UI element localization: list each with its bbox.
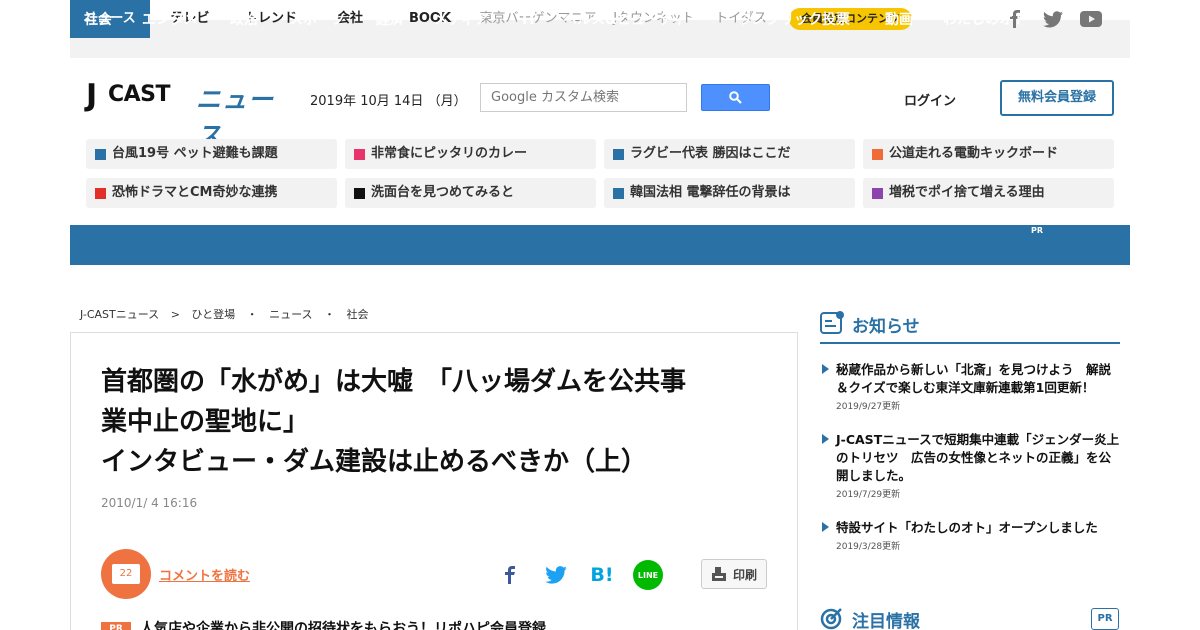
free-register-button[interactable]: 無料会員登録	[1000, 80, 1114, 116]
logo-letter-j: J	[86, 78, 97, 113]
read-comments-link[interactable]: コメントを読む	[159, 565, 250, 584]
trending-marker	[872, 149, 883, 160]
notice-icon	[820, 311, 846, 335]
trending-marker	[872, 188, 883, 199]
category-health-beauty[interactable]: ヘルス&ビューティー	[563, 0, 700, 40]
twitter-share-icon[interactable]	[542, 561, 570, 589]
notice-text: J-CASTニュースで短期集中連載「ジェンダー炎上のトリセツ 広告の女性像とネッ…	[836, 432, 1120, 483]
notice-date: 2019/3/28更新	[836, 542, 901, 552]
printer-icon	[711, 567, 726, 581]
category-politics[interactable]: 政治	[230, 0, 258, 40]
arrow-right-icon	[822, 434, 829, 444]
facebook-share-icon[interactable]	[496, 561, 524, 589]
trending-item[interactable]: 恐怖ドラマとCM奇妙な連携	[86, 178, 337, 208]
comment-count-button[interactable]: 22	[101, 549, 151, 599]
search-icon	[729, 91, 742, 104]
breadcrumb-home[interactable]: J-CASTニュース	[80, 308, 159, 321]
print-label: 印刷	[732, 567, 757, 582]
article-timestamp: 2010/1/ 4 16:16	[101, 496, 198, 510]
search-button[interactable]	[701, 84, 770, 111]
trending-marker	[613, 149, 624, 160]
breadcrumb-society[interactable]: 社会	[347, 308, 369, 321]
category-watashi-no-oto[interactable]: わたしのオト	[943, 0, 1027, 40]
logo-cast: CAST	[108, 82, 171, 107]
hatena-bookmark-icon[interactable]: B!	[588, 561, 616, 589]
trending-item[interactable]: 増税でポイ捨て増える理由	[863, 178, 1114, 208]
notice-item[interactable]: 特設サイト「わたしのオト」オープンしました 2019/3/28更新	[822, 519, 1122, 552]
trending-item[interactable]: 韓国法相 電撃辞任の背景は	[604, 178, 855, 208]
arrow-right-icon	[822, 364, 829, 374]
category-entertainment[interactable]: エンタメ	[142, 0, 198, 40]
notice-text: 特設サイト「わたしのオト」オープンしました	[836, 520, 1098, 535]
print-button[interactable]: 印刷	[701, 559, 767, 589]
notice-item[interactable]: 秘蔵作品から新しい「北斎」を見つけよう 解説＆クイズで楽しむ東洋文庫新連載第1回…	[822, 361, 1122, 412]
trending-item[interactable]: ラグビー代表 勝因はここだ	[604, 139, 855, 169]
category-media[interactable]: メディア	[434, 0, 489, 40]
youtube-icon[interactable]	[1078, 7, 1104, 31]
trending-marker	[95, 149, 106, 160]
breadcrumb-separator: ・	[324, 308, 336, 321]
notice-date: 2019/7/29更新	[836, 490, 901, 500]
category-society[interactable]: 社会	[84, 0, 112, 40]
trending-marker	[613, 188, 624, 199]
category-sports[interactable]: スポーツ	[289, 0, 345, 40]
notice-section-title: お知らせ	[852, 317, 920, 337]
trending-item[interactable]: 非常食にピッタリのカレー	[345, 139, 596, 169]
trending-marker	[95, 188, 106, 199]
notice-date: 2019/9/27更新	[836, 402, 901, 412]
notice-divider	[820, 342, 1120, 344]
featured-icon	[820, 607, 844, 630]
trending-marker	[354, 149, 365, 160]
category-economy[interactable]: 経済	[376, 0, 404, 40]
breadcrumb-news[interactable]: ニュース	[269, 308, 312, 321]
notice-item[interactable]: J-CASTニュースで短期集中連載「ジェンダー炎上のトリセツ 広告の女性像とネッ…	[822, 431, 1122, 500]
comment-bubble-icon: 22	[112, 564, 140, 584]
current-date: 2019年 10月 14日 （月）	[310, 94, 467, 109]
trending-item[interactable]: 台風19号 ペット避難も課題	[86, 139, 337, 169]
notice-text: 秘蔵作品から新しい「北斎」を見つけよう 解説＆クイズで楽しむ東洋文庫新連載第1回…	[836, 362, 1112, 395]
pr-ad-badge: PR	[101, 622, 131, 630]
jcast-news-logo[interactable]: J CAST ニュース	[86, 78, 286, 150]
category-it[interactable]: IT	[522, 0, 537, 40]
featured-section-title: 注目情報	[852, 612, 920, 630]
featured-pr-badge: PR	[1091, 608, 1119, 630]
breadcrumb: J-CASTニュース > ひと登場 ・ ニュース ・ 社会	[80, 306, 377, 322]
trending-item[interactable]: 公道走れる電動キックボード	[863, 139, 1114, 169]
headline-line: インタビュー・ダム建設は止めるべきか（上）	[101, 447, 648, 477]
category-one-click-poll[interactable]: ワンクリック投票	[738, 0, 850, 40]
login-link[interactable]: ログイン	[904, 90, 956, 109]
breadcrumb-separator: >	[170, 308, 180, 321]
category-navigation	[70, 225, 1130, 265]
category-video[interactable]: 動画	[885, 0, 913, 40]
pr-ad-link[interactable]: 人気店や企業から非公開の招待状をもらおう！リポハピ会員登録	[140, 618, 546, 630]
line-share-icon[interactable]: LINE	[633, 560, 663, 590]
breadcrumb-hito-toujou[interactable]: ひと登場	[191, 308, 235, 321]
twitter-icon[interactable]	[1040, 7, 1066, 31]
trending-item[interactable]: 洗面台を見つめてみると	[345, 178, 596, 208]
arrow-right-icon	[822, 522, 829, 532]
breadcrumb-separator: ・	[246, 308, 258, 321]
headline-line: 首都圏の「水がめ」は大嘘 「八ッ場ダムを公共事	[101, 367, 687, 397]
category-pr-badge: PR	[1031, 226, 1044, 235]
article-headline: 首都圏の「水がめ」は大嘘 「八ッ場ダムを公共事 業中止の聖地に」 インタビュー・…	[101, 362, 781, 482]
trending-marker	[354, 188, 365, 199]
site-search-input[interactable]	[480, 83, 687, 112]
headline-line: 業中止の聖地に」	[101, 407, 310, 437]
